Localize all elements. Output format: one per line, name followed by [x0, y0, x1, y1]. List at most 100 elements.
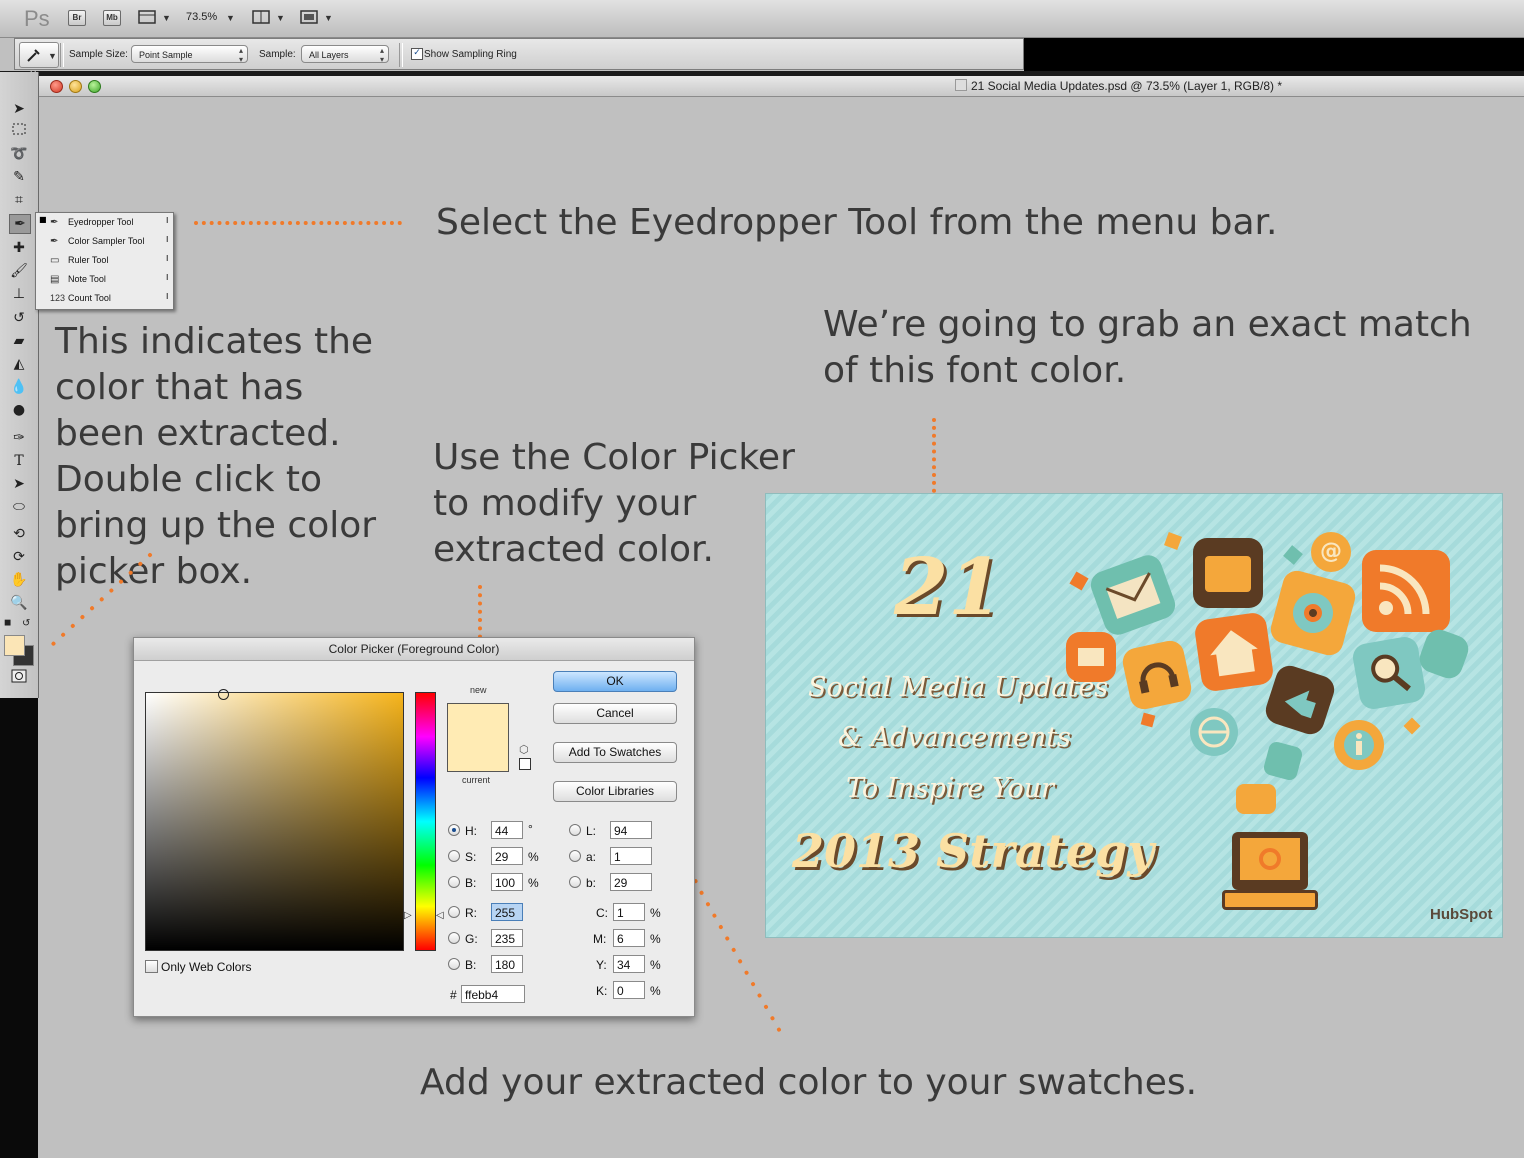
black-input[interactable]: 0: [613, 981, 645, 999]
zoom-tool-icon[interactable]: 🔍: [9, 594, 29, 612]
eraser-tool-icon[interactable]: ▰: [9, 332, 29, 350]
color-field-cursor[interactable]: [218, 689, 229, 700]
sample-size-label: Sample Size:: [69, 49, 128, 60]
web-safe-warning-icon[interactable]: [519, 758, 531, 770]
hex-input[interactable]: ffebb4: [461, 985, 525, 1003]
saturation-input[interactable]: 29: [491, 847, 523, 865]
tools-panel: ➤ ➰ ✎ ⌗ ✒ ✚ 🖌 ⊥ ↺ ▰ ◭ 💧 ● ✑ T ➤ ⬭ ⟲ ⟳ ✋ …: [0, 72, 39, 698]
healing-brush-tool-icon[interactable]: ✚: [9, 239, 29, 257]
eyedropper-tool-icon[interactable]: ✒: [9, 214, 31, 234]
document-canvas-artwork[interactable]: 21 Social Media Updates & Advancements T…: [765, 493, 1503, 938]
marquee-tool-icon[interactable]: [9, 122, 29, 140]
show-sampling-ring-checkbox[interactable]: ✓: [411, 48, 423, 60]
tag-icon: [1262, 740, 1304, 782]
yellow-input[interactable]: 34: [613, 955, 645, 973]
headset-icon: [1120, 638, 1194, 712]
foreground-color-swatch[interactable]: [4, 635, 25, 656]
b-channel-radio[interactable]: [569, 876, 581, 888]
artwork-line-3: To Inspire Your: [846, 773, 1055, 804]
flyout-item-count[interactable]: 123 Count Tool: [50, 289, 170, 307]
brush-tool-icon[interactable]: 🖌: [9, 262, 29, 280]
minimize-window-icon[interactable]: [69, 80, 82, 93]
saturation-brightness-field[interactable]: [145, 689, 404, 951]
blur-tool-icon[interactable]: 💧: [9, 378, 29, 396]
magenta-input[interactable]: 6: [613, 929, 645, 947]
arrange-dropdown-icon[interactable]: ▼: [276, 13, 285, 23]
flyout-item-eyedropper[interactable]: ✒ Eyedropper Tool: [50, 213, 170, 231]
dodge-tool-icon[interactable]: ●: [9, 401, 29, 419]
red-label: R:: [465, 906, 477, 920]
new-color-swatch: [447, 703, 509, 738]
quick-mask-icon[interactable]: [9, 669, 29, 687]
add-to-swatches-button[interactable]: Add To Swatches: [553, 742, 677, 763]
b-channel-input[interactable]: 29: [610, 873, 652, 891]
screen-mode-dropdown-icon[interactable]: ▼: [324, 13, 333, 23]
lightness-radio[interactable]: [569, 824, 581, 836]
only-web-colors-label: Only Web Colors: [161, 960, 252, 974]
hue-slider[interactable]: [415, 692, 436, 951]
paint-bucket-tool-icon[interactable]: ◭: [9, 355, 29, 373]
tool-preset-picker[interactable]: ▼: [19, 42, 59, 68]
preset-dropdown-icon: ▼: [48, 51, 57, 61]
flyout-item-color-sampler[interactable]: ✒ Color Sampler Tool: [50, 232, 170, 250]
saturation-radio[interactable]: [448, 850, 460, 862]
zoom-level[interactable]: 73.5%: [186, 11, 217, 23]
move-tool-icon[interactable]: ➤: [9, 100, 29, 118]
only-web-colors-checkbox[interactable]: [145, 960, 158, 973]
cancel-button[interactable]: Cancel: [553, 703, 677, 724]
select-stepper-icon: ▴ ▾: [238, 46, 243, 64]
note-icon: ▤: [50, 274, 60, 285]
path-selection-tool-icon[interactable]: ➤: [9, 475, 29, 493]
a-channel-input[interactable]: 1: [610, 847, 652, 865]
flyout-item-ruler[interactable]: ▭ Ruler Tool: [50, 251, 170, 269]
view-extras-button[interactable]: [138, 9, 158, 25]
hue-input[interactable]: 44: [491, 821, 523, 839]
zoom-dropdown-icon[interactable]: ▼: [226, 13, 235, 23]
brightness-input[interactable]: 100: [491, 873, 523, 891]
pen-tool-icon[interactable]: ✑: [9, 429, 29, 447]
shortcut-indicator: I: [166, 273, 169, 282]
color-libraries-button[interactable]: Color Libraries: [553, 781, 677, 802]
ellipse-tool-icon[interactable]: ⬭: [9, 498, 29, 516]
history-brush-tool-icon[interactable]: ↺: [9, 309, 29, 327]
view-extras-dropdown-icon[interactable]: ▼: [162, 13, 171, 23]
hand-tool-icon[interactable]: ✋: [9, 571, 29, 589]
current-color-swatch[interactable]: [447, 737, 509, 772]
green-input[interactable]: 235: [491, 929, 523, 947]
sample-size-select[interactable]: Point Sample ▴ ▾: [131, 45, 248, 64]
ok-button[interactable]: OK: [553, 671, 677, 692]
mini-bridge-button[interactable]: Mb: [103, 10, 121, 26]
close-window-icon[interactable]: [50, 80, 63, 93]
bridge-button[interactable]: Br: [68, 10, 86, 26]
flyout-item-note[interactable]: ▤ Note Tool: [50, 270, 170, 288]
cyan-unit: %: [650, 906, 661, 920]
clone-stamp-tool-icon[interactable]: ⊥: [9, 285, 29, 303]
blue-input[interactable]: 180: [491, 955, 523, 973]
crop-tool-icon[interactable]: ⌗: [9, 191, 29, 209]
saturation-unit: %: [528, 850, 539, 864]
red-radio[interactable]: [448, 906, 460, 918]
hue-radio[interactable]: [448, 824, 460, 836]
a-channel-radio[interactable]: [569, 850, 581, 862]
green-radio[interactable]: [448, 932, 460, 944]
type-tool-icon[interactable]: T: [9, 452, 29, 470]
lasso-tool-icon[interactable]: ➰: [9, 145, 29, 163]
3d-rotate-tool-icon[interactable]: ⟲: [9, 525, 29, 543]
red-input[interactable]: 255: [491, 903, 523, 921]
swap-colors-icon[interactable]: ↺: [22, 618, 30, 629]
zoom-window-icon[interactable]: [88, 80, 101, 93]
3d-orbit-tool-icon[interactable]: ⟳: [9, 548, 29, 566]
hue-slider-left-arrow-icon[interactable]: ▷: [404, 910, 412, 921]
arrange-documents-button[interactable]: [252, 9, 272, 25]
out-of-gamut-cube-icon[interactable]: ⬡: [519, 743, 529, 756]
application-bar: Ps Br Mb ▼ 73.5% ▼ ▼ ▼: [0, 0, 1524, 38]
brightness-radio[interactable]: [448, 876, 460, 888]
default-colors-icon[interactable]: ◼: [4, 618, 11, 628]
lightness-input[interactable]: 94: [610, 821, 652, 839]
blue-radio[interactable]: [448, 958, 460, 970]
screen-mode-button[interactable]: [300, 9, 320, 25]
sample-select[interactable]: All Layers ▴ ▾: [301, 45, 389, 64]
cyan-input[interactable]: 1: [613, 903, 645, 921]
quick-selection-tool-icon[interactable]: ✎: [9, 168, 29, 186]
hue-slider-right-arrow-icon[interactable]: ◁: [436, 910, 444, 921]
